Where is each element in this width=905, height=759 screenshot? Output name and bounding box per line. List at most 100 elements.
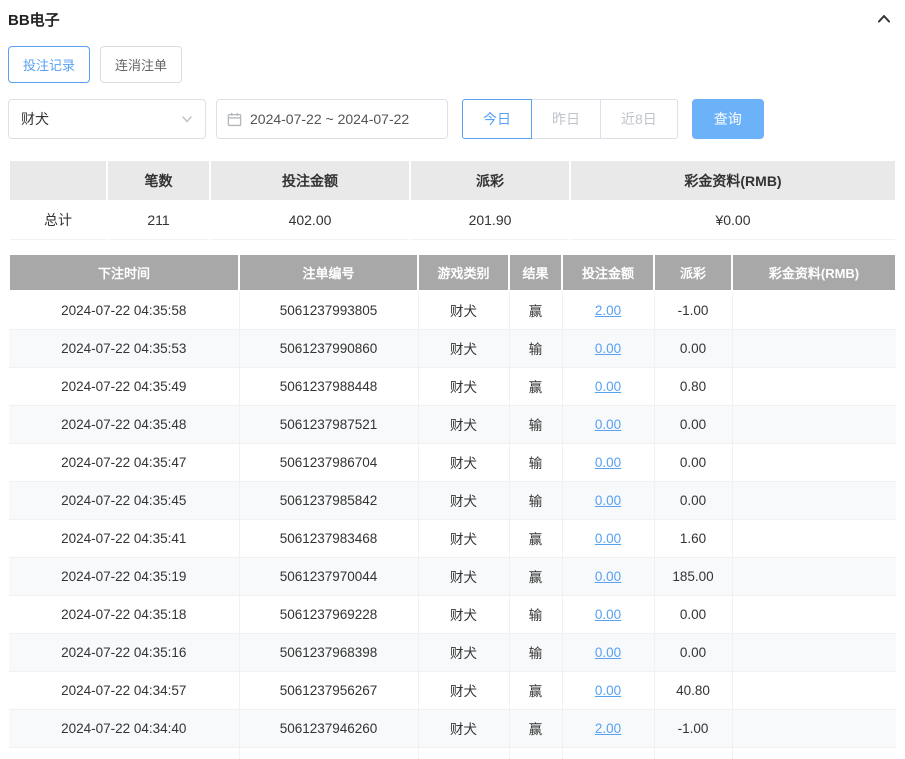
quick-button-today[interactable]: 今日 — [462, 99, 532, 139]
summary-header-bonus: 彩金资料(RMB) — [571, 161, 895, 200]
bet-amount-link[interactable]: 0.00 — [595, 607, 621, 622]
chevron-up-icon — [878, 15, 890, 23]
order-id: 5061237986704 — [238, 443, 419, 482]
bet-time: 2024-07-22 04:35:53 — [9, 329, 240, 368]
bet-amount-cell: 2.00 — [561, 291, 655, 330]
bet-amount-cell: 2.00 — [561, 709, 655, 748]
bet-amount-cell: 2.00 — [561, 747, 655, 759]
quick-button-last-8-days[interactable]: 近8日 — [600, 99, 678, 139]
bonus — [731, 747, 896, 759]
bet-amount-link[interactable]: 0.00 — [595, 455, 621, 470]
order-id: 5061237943865 — [238, 747, 419, 759]
result: 赢 — [508, 367, 563, 406]
bet-amount-link[interactable]: 0.00 — [595, 341, 621, 356]
result: 输 — [508, 633, 563, 672]
result: 赢 — [508, 519, 563, 558]
calendar-icon — [227, 112, 242, 126]
bet-amount-link[interactable]: 2.00 — [595, 721, 621, 736]
collapse-button[interactable] — [873, 8, 895, 30]
table-row: 2024-07-22 04:35:47 5061237986704 财犬输 0.00 0… — [9, 443, 896, 482]
order-id: 5061237993805 — [238, 291, 419, 330]
col-header-payout: 派彩 — [653, 253, 733, 292]
payout: 1.60 — [653, 519, 733, 558]
game-type: 财犬 — [417, 633, 510, 672]
quick-date-buttons: 今日 昨日 近8日 — [462, 99, 678, 139]
col-header-order-id: 注单编号 — [238, 253, 419, 292]
bet-amount-link[interactable]: 0.00 — [595, 645, 621, 660]
bet-amount-cell: 0.00 — [561, 557, 655, 596]
game-type: 财犬 — [417, 557, 510, 596]
col-header-bet-amount: 投注金额 — [561, 253, 655, 292]
bonus — [731, 709, 896, 748]
order-id: 5061237956267 — [238, 671, 419, 710]
bet-table-header-row: 下注时间 注单编号 游戏类别 结果 投注金额 派彩 彩金资料(RMB) — [8, 253, 897, 292]
col-header-game-type: 游戏类别 — [417, 253, 510, 292]
bet-amount-cell: 0.00 — [561, 405, 655, 444]
summary-total-bet-amount: 402.00 — [211, 200, 409, 240]
table-row: 2024-07-22 04:35:41 5061237983468 财犬赢 0.00 1… — [9, 519, 896, 558]
summary-total-count: 211 — [108, 200, 209, 240]
game-type: 财犬 — [417, 595, 510, 634]
summary-header-row: 笔数 投注金额 派彩 彩金资料(RMB) — [10, 161, 895, 200]
order-id: 5061237990860 — [238, 329, 419, 368]
bonus — [731, 329, 896, 368]
order-id: 5061237988448 — [238, 367, 419, 406]
bonus — [731, 557, 896, 596]
panel-header: BB电子 — [8, 4, 897, 40]
bet-amount-link[interactable]: 0.00 — [595, 569, 621, 584]
bet-amount-cell: 0.00 — [561, 367, 655, 406]
game-select-value: 财犬 — [21, 111, 49, 127]
quick-button-yesterday[interactable]: 昨日 — [531, 99, 601, 139]
bonus — [731, 633, 896, 672]
table-row: 2024-07-22 04:35:18 5061237969228 财犬输 0.00 0… — [9, 595, 896, 634]
panel-title: BB电子 — [8, 11, 60, 29]
search-button[interactable]: 查询 — [691, 99, 764, 139]
tab-bet-records[interactable]: 投注记录 — [8, 46, 91, 83]
summary-header-count: 笔数 — [108, 161, 209, 200]
bet-amount-link[interactable]: 0.00 — [595, 531, 621, 546]
game-type: 财犬 — [417, 481, 510, 520]
game-type: 财犬 — [417, 709, 510, 748]
summary-total-bonus: ¥0.00 — [571, 200, 895, 240]
bonus — [731, 367, 896, 406]
result: 赢 — [508, 291, 563, 330]
table-row: 2024-07-22 04:35:19 5061237970044 财犬赢 0.00 1… — [9, 557, 896, 596]
bet-time: 2024-07-22 04:35:58 — [9, 291, 240, 330]
tab-bar: 投注记录 连消注单 — [8, 46, 897, 83]
bet-amount-cell: 0.00 — [561, 633, 655, 672]
bet-amount-cell: 0.00 — [561, 671, 655, 710]
game-type: 财犬 — [417, 367, 510, 406]
date-range-value: 2024-07-22 ~ 2024-07-22 — [250, 111, 410, 127]
bonus — [731, 595, 896, 634]
summary-header-bet-amount: 投注金额 — [211, 161, 409, 200]
bet-time: 2024-07-22 04:35:19 — [9, 557, 240, 596]
bet-amount-link[interactable]: 2.00 — [595, 303, 621, 318]
table-row: 2024-07-22 04:34:375061237943865财犬赢2.000… — [9, 747, 896, 759]
bet-time: 2024-07-22 04:35:16 — [9, 633, 240, 672]
bet-amount-cell: 0.00 — [561, 481, 655, 520]
order-id: 5061237969228 — [238, 595, 419, 634]
payout: 185.00 — [653, 557, 733, 596]
payout: 40.80 — [653, 671, 733, 710]
bet-time: 2024-07-22 04:34:40 — [9, 709, 240, 748]
date-range-input[interactable]: 2024-07-22 ~ 2024-07-22 — [216, 99, 448, 139]
filter-bar: 财犬 2024-07-22 ~ 2024-07-22 今日 昨日 近8日 查询 — [8, 99, 897, 139]
bonus — [731, 519, 896, 558]
game-select[interactable]: 财犬 — [8, 99, 206, 139]
result: 赢 — [508, 671, 563, 710]
bet-amount-link[interactable]: 0.00 — [595, 417, 621, 432]
table-row: 2024-07-22 04:35:45 5061237985842 财犬输 0.00 0… — [9, 481, 896, 520]
payout: 0.00 — [653, 405, 733, 444]
result: 输 — [508, 329, 563, 368]
bonus — [731, 443, 896, 482]
summary-total-label: 总计 — [10, 200, 106, 240]
table-row: 2024-07-22 04:34:57 5061237956267 财犬赢 0.00 4… — [9, 671, 896, 710]
tab-cancelled-orders[interactable]: 连消注单 — [100, 46, 183, 83]
bet-amount-link[interactable]: 0.00 — [595, 493, 621, 508]
bet-amount-cell: 0.00 — [561, 443, 655, 482]
game-type: 财犬 — [417, 519, 510, 558]
result: 输 — [508, 481, 563, 520]
bet-amount-link[interactable]: 0.00 — [595, 683, 621, 698]
bonus — [731, 405, 896, 444]
bet-amount-link[interactable]: 0.00 — [595, 379, 621, 394]
